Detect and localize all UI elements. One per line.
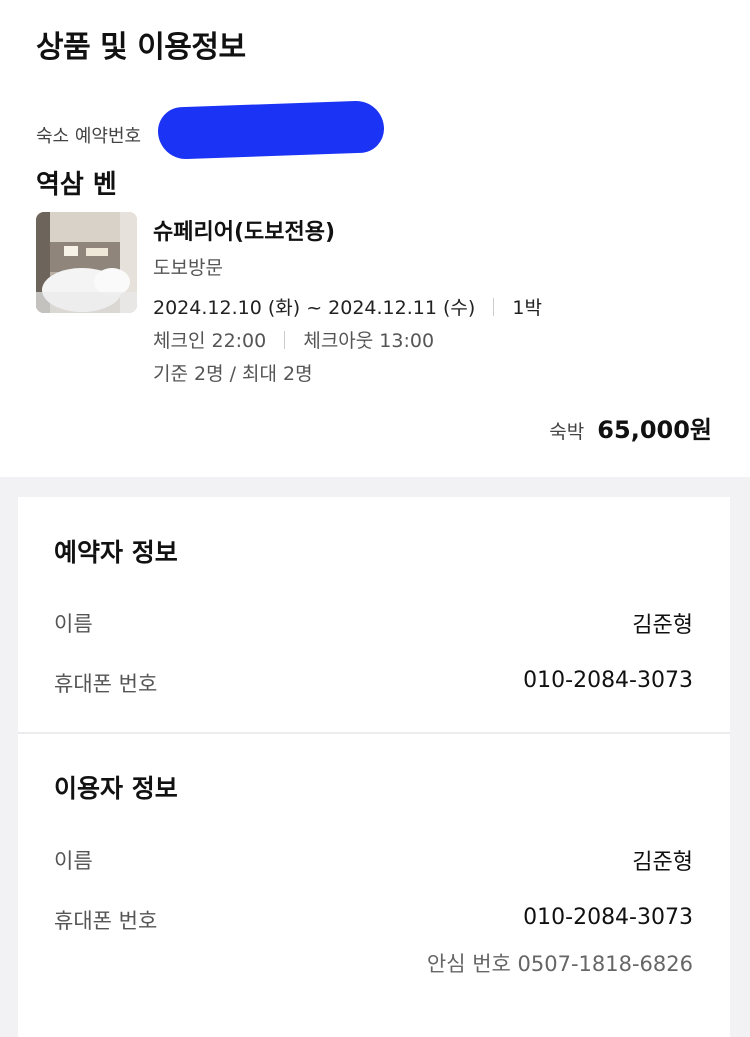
- section-divider: [18, 732, 730, 734]
- check-out-date: 2024.12.11 (수): [328, 297, 476, 319]
- check-out-time: 체크아웃 13:00: [303, 330, 435, 352]
- room-capacity: 기준 2명 / 최대 2명: [153, 363, 313, 385]
- user-info-title: 이용자 정보: [54, 774, 178, 803]
- divider: [284, 331, 286, 349]
- check-in-time: 체크인 22:00: [153, 330, 267, 352]
- contact-info-card: 예약자 정보 이름 김준형 휴대폰 번호 010-2084-3073 이용자 정…: [18, 497, 730, 1037]
- booker-name-label: 이름: [54, 612, 93, 636]
- safe-number: 안심 번호 0507-1818-6826: [426, 952, 693, 976]
- nights-count: 1박: [512, 297, 542, 319]
- user-phone-value: 010-2084-3073: [523, 905, 693, 930]
- date-separator: ~: [306, 297, 323, 319]
- redaction-mark: [157, 100, 385, 160]
- room-name: 슈페리어(도보전용): [153, 220, 336, 245]
- hotel-name[interactable]: 역삼 벤: [36, 164, 117, 201]
- user-phone-label: 휴대폰 번호: [54, 909, 158, 933]
- price-label: 숙박: [549, 421, 585, 443]
- divider: [493, 298, 495, 316]
- product-info-section: 상품 및 이용정보 숙소 예약번호 역삼 벤 슈페리어(도보전용) 도보방문 2…: [0, 0, 750, 477]
- booker-info-title: 예약자 정보: [54, 538, 178, 567]
- reservation-number-label: 숙소 예약번호: [36, 126, 142, 147]
- price-value: 65,000원: [597, 416, 712, 444]
- stay-dates: 2024.12.10 (화) ~ 2024.12.11 (수) 1박: [153, 293, 542, 320]
- booker-phone-value: 010-2084-3073: [523, 668, 693, 693]
- booker-name-value: 김준형: [632, 613, 693, 638]
- stay-times: 체크인 22:00 체크아웃 13:00: [153, 326, 434, 353]
- room-photo-icon: [36, 212, 137, 313]
- check-in-date: 2024.12.10 (화): [153, 297, 301, 319]
- section-title: 상품 및 이용정보: [36, 30, 246, 65]
- price-row: 숙박 65,000원: [549, 410, 712, 445]
- user-name-value: 김준형: [632, 850, 693, 875]
- room-visit-type: 도보방문: [153, 257, 223, 279]
- user-name-label: 이름: [54, 849, 93, 873]
- room-thumbnail[interactable]: [36, 212, 137, 313]
- booker-phone-label: 휴대폰 번호: [54, 672, 158, 696]
